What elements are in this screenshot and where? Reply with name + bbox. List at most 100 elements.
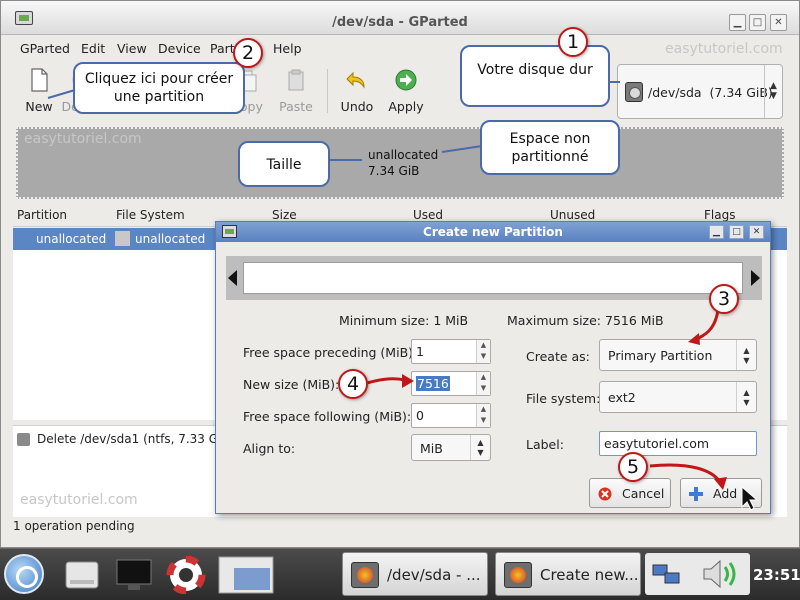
dialog-maximize-icon[interactable]: □ — [729, 225, 744, 239]
new-label: New — [25, 99, 53, 114]
disk-map[interactable]: easytutoriel.com unallocated 7.34 GiB — [16, 127, 784, 199]
callout-disk: Votre disque dur — [460, 45, 610, 107]
volume-icon[interactable] — [700, 557, 745, 591]
align-value: MiB — [420, 441, 443, 456]
undo-label: Undo — [340, 99, 374, 114]
chevron-updown-icon: ▲ ▼ — [736, 340, 756, 370]
selector-arrows-icon: ▲ ▼ — [764, 65, 782, 118]
column-flags[interactable]: Flags — [704, 208, 735, 222]
desktop-switcher-icon[interactable] — [218, 556, 274, 594]
delete-operation-icon — [17, 433, 30, 446]
free-before-label: Free space preceding (MiB): — [243, 345, 418, 360]
menu-view[interactable]: View — [117, 41, 147, 56]
cancel-label: Cancel — [622, 486, 665, 501]
filesystem-select[interactable]: ext2 ▲ ▼ — [599, 381, 757, 413]
column-size[interactable]: Size — [272, 208, 297, 222]
task-create-partition[interactable]: Create new... — [495, 552, 641, 596]
task-gparted[interactable]: /dev/sda - ... — [342, 552, 488, 596]
menu-edit[interactable]: Edit — [81, 41, 105, 56]
maximize-icon[interactable]: □ — [749, 14, 766, 31]
system-tray — [645, 553, 750, 595]
task-gparted-label: /dev/sda - ... — [387, 566, 481, 584]
spinner-arrows-icon[interactable]: ▲ ▼ — [476, 372, 490, 395]
filesystem-value: ext2 — [608, 390, 636, 405]
free-before-value: 1 — [416, 344, 424, 359]
paste-icon — [288, 69, 304, 91]
step-badge-3: 3 — [709, 284, 739, 314]
step-badge-1: 1 — [558, 27, 588, 57]
task-create-partition-label: Create new... — [540, 566, 639, 584]
menu-gparted[interactable]: GParted — [20, 41, 70, 56]
undo-button[interactable]: Undo — [332, 67, 382, 114]
cancel-icon — [598, 487, 612, 501]
start-menu-icon[interactable] — [4, 554, 44, 594]
gparted-task-icon — [504, 562, 532, 588]
device-selector[interactable]: /dev/sda (7.34 GiB) ▲ ▼ — [617, 64, 783, 119]
gparted-icon — [222, 225, 237, 238]
new-size-value: 7516 — [416, 376, 450, 391]
device-name: /dev/sda — [648, 85, 702, 100]
close-icon[interactable]: ✕ — [770, 14, 787, 31]
apply-icon — [395, 69, 417, 91]
callout-unpartitioned: Espace non partitionné — [480, 120, 620, 175]
cancel-button[interactable]: Cancel — [589, 478, 671, 508]
column-filesystem[interactable]: File System — [116, 208, 185, 222]
column-unused[interactable]: Unused — [550, 208, 595, 222]
partition-resizer[interactable] — [226, 256, 762, 300]
free-after-label: Free space following (MiB): — [243, 409, 412, 424]
watermark: easytutoriel.com — [20, 492, 138, 508]
menu-help[interactable]: Help — [273, 41, 302, 56]
monitor-icon[interactable] — [114, 556, 154, 594]
filesystem-label: File system: — [526, 391, 601, 406]
paste-label: Paste — [279, 99, 313, 114]
free-before-spinner[interactable]: 1 ▲ ▼ — [411, 339, 491, 364]
step-badge-4: 4 — [338, 369, 368, 399]
dialog-titlebar[interactable]: Create new Partition ▁ □ ✕ — [216, 222, 770, 242]
label-input[interactable]: easytutoriel.com — [599, 431, 757, 456]
harddisk-icon — [625, 82, 643, 102]
label-label: Label: — [526, 437, 564, 452]
minimize-icon[interactable]: ▁ — [729, 14, 746, 31]
operation-item[interactable]: Delete /dev/sda1 (ntfs, 7.33 GiB) — [37, 432, 234, 446]
spinner-arrows-icon[interactable]: ▲ ▼ — [476, 340, 490, 363]
window-titlebar[interactable]: /dev/sda - GParted ▁ □ ✕ — [1, 1, 799, 35]
callout-size: Taille — [238, 141, 330, 187]
resizer-partition-block[interactable] — [243, 262, 743, 294]
step-badge-2: 2 — [233, 38, 263, 68]
new-document-icon — [31, 68, 48, 92]
clock: 23:51 — [753, 566, 800, 584]
chevron-updown-icon: ▲ ▼ — [470, 435, 490, 460]
new-size-spinner[interactable]: 7516 ▲ ▼ — [411, 371, 491, 396]
column-partition[interactable]: Partition — [17, 208, 67, 222]
free-after-spinner[interactable]: 0 ▲ ▼ — [411, 403, 491, 428]
resize-right-handle-icon[interactable] — [751, 270, 760, 286]
add-button[interactable]: Add — [680, 478, 762, 508]
spinner-arrows-icon[interactable]: ▲ ▼ — [476, 404, 490, 427]
dialog-title: Create new Partition — [423, 225, 563, 239]
column-used[interactable]: Used — [413, 208, 443, 222]
drive-icon[interactable] — [62, 556, 102, 594]
chevron-updown-icon: ▲ ▼ — [736, 382, 756, 412]
step-badge-5: 5 — [618, 452, 648, 482]
callout-new-partition: Cliquez ici pour créer une partition — [73, 62, 245, 114]
dialog-close-icon[interactable]: ✕ — [749, 225, 764, 239]
menu-device[interactable]: Device — [158, 41, 201, 56]
disk-map-size: 7.34 GiB — [368, 164, 420, 178]
paste-button[interactable]: Paste — [271, 67, 321, 114]
network-icon[interactable] — [651, 559, 681, 589]
create-as-select[interactable]: Primary Partition ▲ ▼ — [599, 339, 757, 371]
lifebuoy-icon[interactable] — [166, 556, 206, 594]
dialog-minimize-icon[interactable]: ▁ — [709, 225, 724, 239]
toolbar-separator — [327, 69, 328, 113]
cell-filesystem: unallocated — [135, 232, 206, 246]
min-size-label: Minimum size: 1 MiB — [339, 313, 469, 328]
device-selector-text: /dev/sda (7.34 GiB) — [648, 85, 773, 100]
disk-map-label: unallocated 7.34 GiB — [368, 147, 438, 179]
status-bar: 1 operation pending — [13, 519, 135, 533]
watermark: easytutoriel.com — [665, 41, 783, 57]
filesystem-color-swatch — [115, 231, 130, 246]
resize-left-handle-icon[interactable] — [228, 270, 237, 286]
align-select[interactable]: MiB ▲ ▼ — [411, 434, 491, 461]
add-label: Add — [713, 486, 738, 501]
apply-button[interactable]: Apply — [381, 67, 431, 114]
